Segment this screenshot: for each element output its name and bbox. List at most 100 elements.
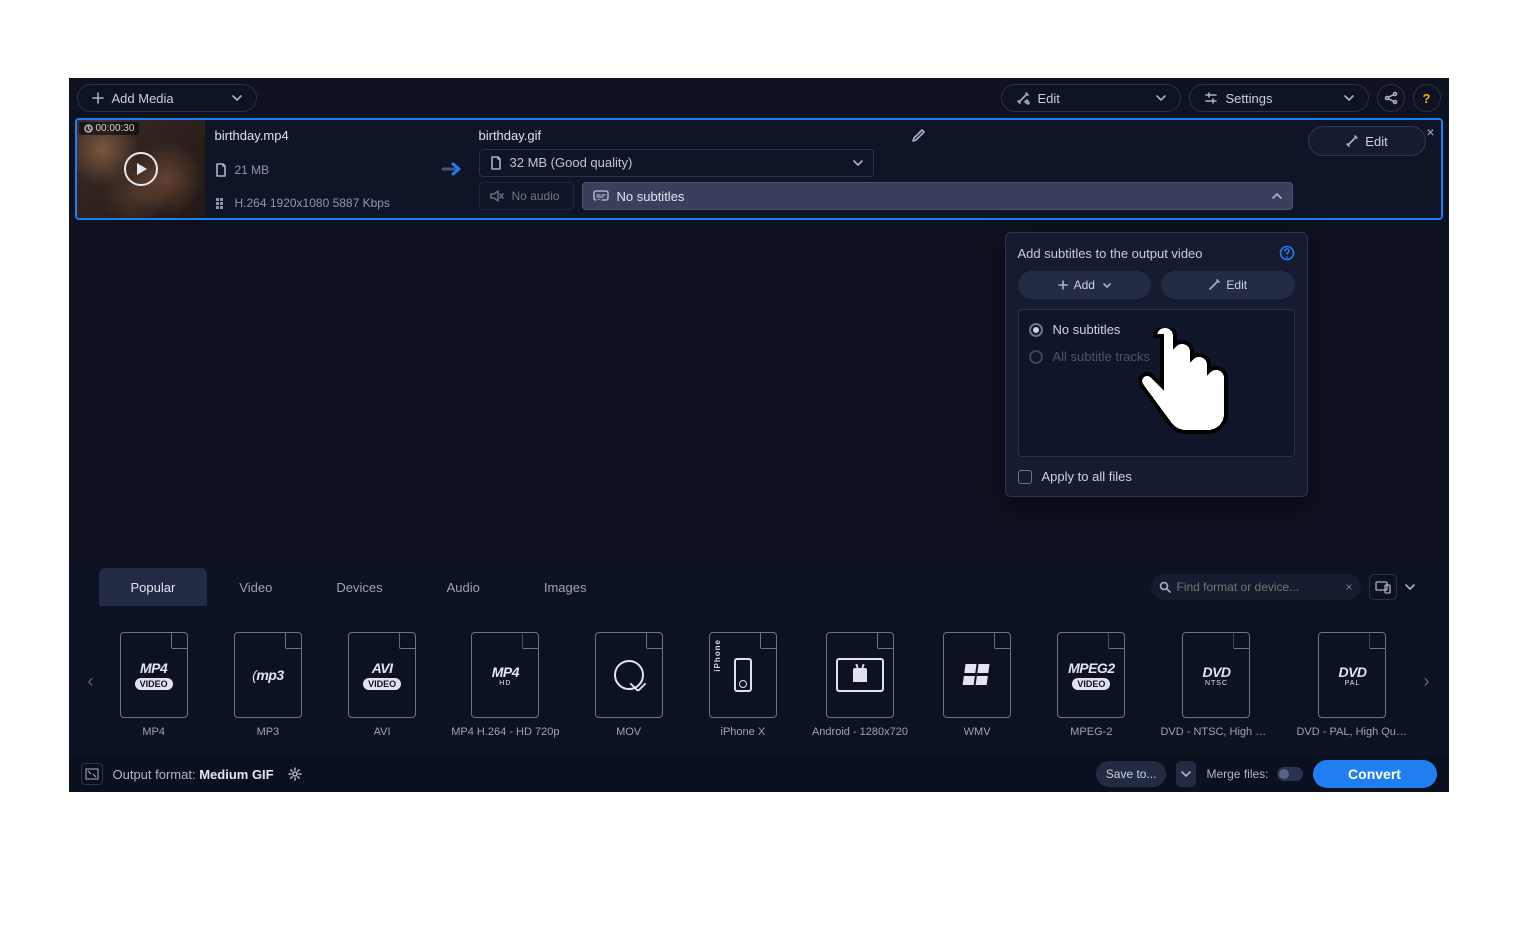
- tools-icon: [1016, 91, 1030, 105]
- merge-files-toggle[interactable]: [1277, 767, 1303, 781]
- format-doc-icon: [943, 632, 1011, 718]
- add-media-label: Add Media: [112, 91, 174, 106]
- top-edit-button[interactable]: Edit: [1001, 84, 1181, 112]
- tab-video-label: Video: [239, 580, 272, 595]
- tools-icon: [1345, 134, 1359, 148]
- file-row[interactable]: 00:00:30 birthday.mp4 21 MB H.264 1920x1…: [75, 118, 1443, 220]
- output-size-text: 32 MB (Good quality): [510, 155, 633, 170]
- popover-add-label: Add: [1074, 278, 1095, 292]
- tab-audio-label: Audio: [447, 580, 480, 595]
- gear-icon: [288, 767, 302, 781]
- output-format-label: Output format: Medium GIF: [113, 767, 274, 782]
- subtitle-options-panel: No subtitles All subtitle tracks: [1018, 309, 1295, 457]
- help-icon: ?: [1423, 91, 1431, 106]
- format-card-mp4hd[interactable]: MP4HDMP4 H.264 - HD 720p: [451, 632, 559, 738]
- file-thumbnail[interactable]: 00:00:30: [77, 120, 205, 218]
- search-icon: [1159, 581, 1171, 593]
- tab-images-label: Images: [544, 580, 587, 595]
- format-card-wmv[interactable]: WMV: [932, 632, 1022, 738]
- format-card-label: DVD - NTSC, High Qu...: [1160, 726, 1272, 738]
- help-button[interactable]: ?: [1413, 84, 1441, 112]
- add-media-button[interactable]: Add Media: [77, 84, 257, 112]
- format-doc-icon: MP4VIDEO: [120, 632, 188, 718]
- subtitle-option-all-label: All subtitle tracks: [1053, 349, 1151, 364]
- popover-edit-button[interactable]: Edit: [1161, 271, 1295, 299]
- chevron-down-icon: [1405, 584, 1415, 590]
- row-edit-button[interactable]: Edit: [1308, 126, 1426, 156]
- audio-mute-icon: [490, 190, 504, 202]
- format-doc-icon: (mp3: [234, 632, 302, 718]
- format-card-mpeg2[interactable]: MPEG2VIDEOMPEG-2: [1046, 632, 1136, 738]
- subtitle-option-all[interactable]: All subtitle tracks: [1029, 349, 1284, 364]
- subtitle-option-none[interactable]: No subtitles: [1029, 322, 1284, 337]
- tab-devices[interactable]: Devices: [304, 568, 414, 606]
- output-size-select[interactable]: 32 MB (Good quality): [479, 149, 874, 177]
- tab-images[interactable]: Images: [512, 568, 619, 606]
- row-close-button[interactable]: ×: [1426, 124, 1434, 140]
- format-doc-icon: iPhone: [709, 632, 777, 718]
- radio-selected-icon: [1029, 323, 1043, 337]
- tab-popular[interactable]: Popular: [99, 568, 208, 606]
- format-search[interactable]: ×: [1151, 574, 1361, 600]
- output-format-icon-button[interactable]: [81, 763, 103, 785]
- sliders-icon: [1204, 91, 1218, 105]
- output-format-value: Medium GIF: [199, 767, 273, 782]
- rename-button[interactable]: [911, 129, 925, 143]
- play-button[interactable]: [124, 152, 158, 186]
- radio-icon: [1029, 350, 1043, 364]
- popover-help-button[interactable]: [1279, 245, 1295, 261]
- settings-label: Settings: [1226, 91, 1273, 106]
- format-doc-icon: AVIVIDEO: [348, 632, 416, 718]
- save-to-dropdown-button[interactable]: [1176, 761, 1196, 787]
- format-card-dvdntsc[interactable]: DVDNTSC DVD - NTSC, High Qu...: [1160, 632, 1272, 738]
- detect-device-button[interactable]: [1369, 574, 1397, 600]
- settings-button[interactable]: Settings: [1189, 84, 1369, 112]
- carousel-next-button[interactable]: ›: [1415, 606, 1439, 756]
- merge-files-label: Merge files:: [1206, 767, 1268, 781]
- audio-select[interactable]: No audio: [479, 182, 574, 210]
- format-card-iphx[interactable]: iPhoneiPhone X: [698, 632, 788, 738]
- share-button[interactable]: [1377, 84, 1405, 112]
- format-card-mov[interactable]: MOV: [583, 632, 673, 738]
- format-more-button[interactable]: [1401, 574, 1419, 600]
- format-card-avi[interactable]: AVIVIDEOAVI: [337, 632, 427, 738]
- tab-audio[interactable]: Audio: [415, 568, 512, 606]
- info-icon: [215, 197, 227, 209]
- tab-devices-label: Devices: [336, 580, 382, 595]
- tab-video[interactable]: Video: [207, 568, 304, 606]
- chevron-down-icon: [1181, 771, 1191, 777]
- format-card-label: WMV: [964, 726, 991, 738]
- format-card-mp4[interactable]: MP4VIDEOMP4: [109, 632, 199, 738]
- output-format-settings-button[interactable]: [284, 763, 306, 785]
- save-to-button[interactable]: Save to...: [1096, 761, 1167, 787]
- device-icon: [1375, 580, 1391, 594]
- format-doc-icon: [826, 632, 894, 718]
- format-card-label: DVD - PAL, High Qual...: [1296, 726, 1408, 738]
- carousel-prev-button[interactable]: ‹: [79, 606, 103, 756]
- format-card-android[interactable]: Android - 1280x720: [812, 632, 908, 738]
- file-icon: [215, 163, 227, 177]
- plus-icon: [1058, 280, 1068, 290]
- chevron-up-icon: [1272, 193, 1282, 199]
- format-card-mp3[interactable]: (mp3MP3: [223, 632, 313, 738]
- format-search-input[interactable]: [1177, 580, 1340, 594]
- tab-popular-label: Popular: [131, 580, 176, 595]
- duration-text: 00:00:30: [96, 123, 135, 134]
- convert-button[interactable]: Convert: [1313, 760, 1437, 788]
- arrow-right-icon: [441, 162, 463, 176]
- source-size: 21 MB: [235, 163, 270, 177]
- format-card-label: MP4 H.264 - HD 720p: [451, 726, 559, 738]
- apply-all-checkbox[interactable]: Apply to all files: [1018, 469, 1295, 484]
- popover-edit-label: Edit: [1226, 278, 1247, 292]
- duration-badge: 00:00:30: [79, 122, 140, 135]
- popover-add-button[interactable]: Add: [1018, 271, 1152, 299]
- chevron-down-icon: [1156, 95, 1166, 101]
- top-edit-label: Edit: [1038, 91, 1060, 106]
- tools-icon: [1208, 279, 1220, 291]
- format-card-dvdpal[interactable]: DVDPALDVD - PAL, High Qual...: [1296, 632, 1408, 738]
- search-clear-button[interactable]: ×: [1345, 580, 1352, 594]
- format-doc-icon: DVDNTSC: [1182, 632, 1250, 718]
- resize-icon: [85, 768, 99, 780]
- subtitles-select[interactable]: No subtitles: [582, 182, 1293, 210]
- popover-title: Add subtitles to the output video: [1018, 246, 1203, 261]
